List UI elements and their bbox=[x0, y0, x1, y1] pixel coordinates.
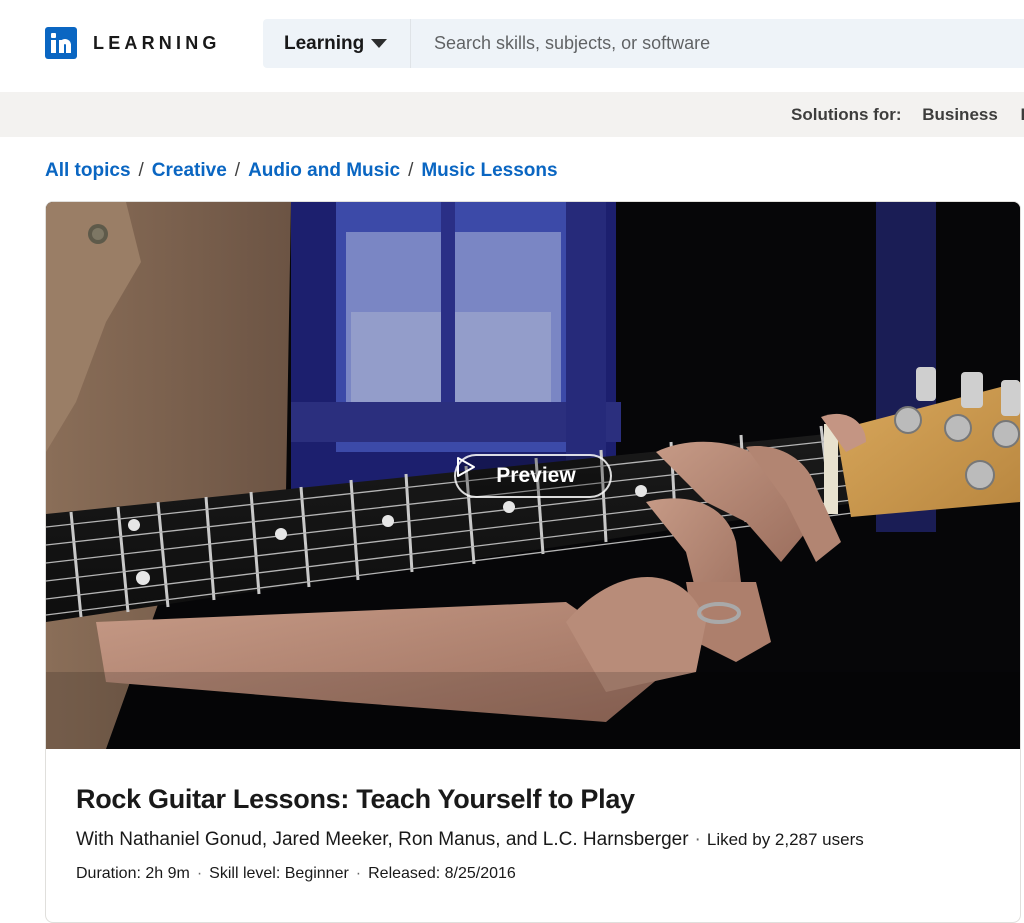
solutions-higher-ed-link[interactable]: H bbox=[1021, 105, 1024, 124]
breadcrumb-audio-and-music[interactable]: Audio and Music bbox=[248, 160, 400, 181]
search-bar: Learning bbox=[263, 18, 1024, 69]
breadcrumb: All topics / Creative / Audio and Music / Musi… bbox=[45, 160, 558, 182]
course-likes: Liked by 2,287 users bbox=[706, 830, 864, 849]
solutions-nav: Solutions for: Business H bbox=[791, 105, 1024, 125]
logo-wordmark: LEARNING bbox=[93, 32, 221, 53]
separator-dot: · bbox=[694, 829, 701, 850]
linkedin-in-icon bbox=[45, 27, 77, 59]
course-authors: With Nathaniel Gonud, Jared Meeker, Ron … bbox=[76, 829, 689, 850]
solutions-business-link[interactable]: Business bbox=[922, 105, 998, 124]
preview-button[interactable]: Preview bbox=[454, 454, 612, 498]
separator-dot: · bbox=[355, 865, 362, 882]
video-player[interactable]: Preview bbox=[46, 202, 1020, 749]
course-meta: Duration: 2h 9m · Skill level: Beginner · Re… bbox=[76, 865, 516, 883]
breadcrumb-music-lessons[interactable]: Music Lessons bbox=[421, 160, 557, 181]
top-header: LEARNING Learning bbox=[0, 0, 1024, 92]
course-release-date: Released: 8/25/2016 bbox=[368, 865, 516, 882]
breadcrumb-separator: / bbox=[138, 160, 144, 181]
breadcrumb-separator: / bbox=[408, 160, 414, 181]
course-skill-level: Skill level: Beginner bbox=[209, 865, 349, 882]
solutions-label: Solutions for: bbox=[791, 105, 902, 124]
breadcrumb-separator: / bbox=[234, 160, 241, 181]
course-byline: With Nathaniel Gonud, Jared Meeker, Ron … bbox=[76, 829, 864, 851]
course-duration: Duration: 2h 9m bbox=[76, 865, 190, 882]
scope-label: Learning bbox=[284, 32, 365, 54]
course-title: Rock Guitar Lessons: Teach Yourself to P… bbox=[76, 784, 635, 814]
preview-label: Preview bbox=[496, 464, 576, 487]
linkedin-learning-logo[interactable]: LEARNING bbox=[45, 27, 221, 59]
separator-dot: · bbox=[196, 865, 203, 882]
search-scope-dropdown[interactable]: Learning bbox=[263, 19, 411, 68]
search-input[interactable] bbox=[411, 18, 1024, 69]
breadcrumb-all-topics[interactable]: All topics bbox=[45, 160, 131, 181]
breadcrumb-creative[interactable]: Creative bbox=[152, 160, 227, 181]
caret-down-icon bbox=[371, 39, 388, 48]
